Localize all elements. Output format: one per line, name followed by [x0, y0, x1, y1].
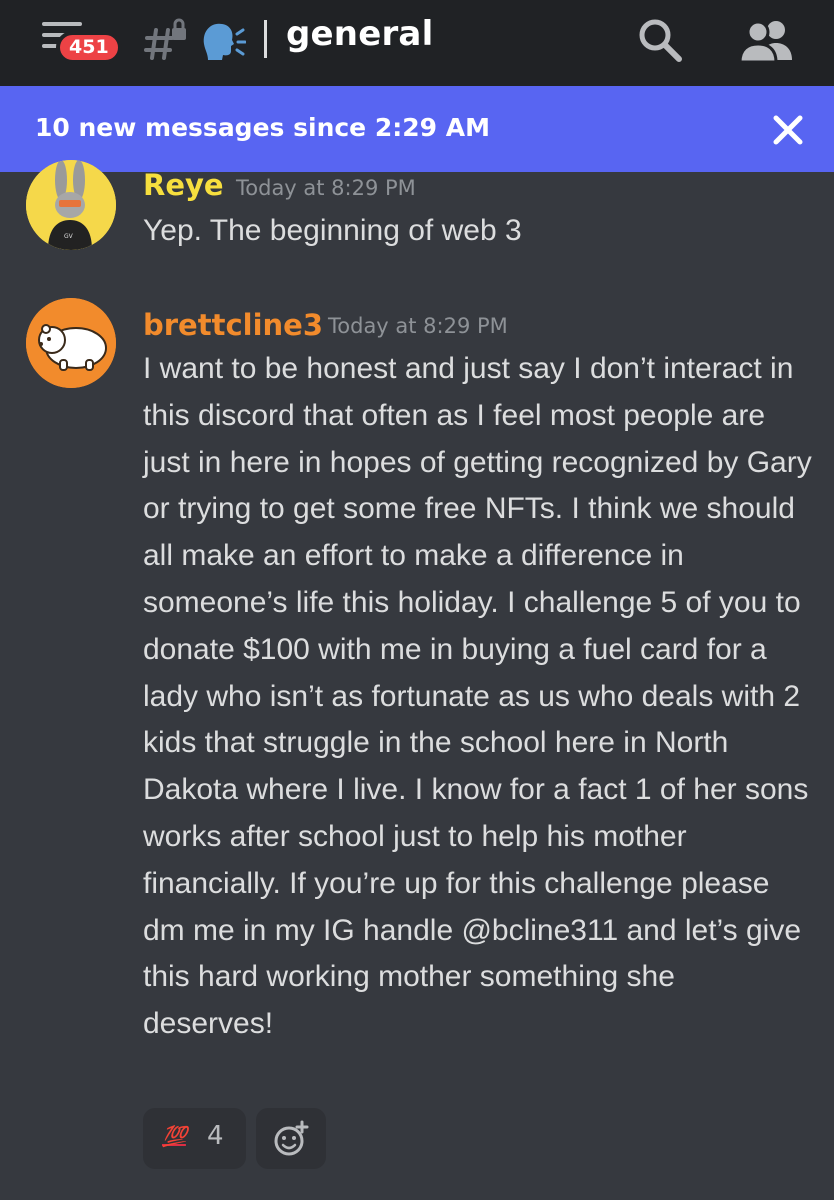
search-icon[interactable] — [636, 16, 684, 64]
speaking-head-emoji-icon — [203, 23, 246, 60]
new-messages-banner[interactable]: 10 new messages since 2:29 AM — [0, 86, 834, 172]
reaction-count: 4 — [207, 1121, 224, 1151]
message-text: Yep. The beginning of web 3 — [143, 214, 522, 247]
message-text: I want to be honest and just say I don’t… — [143, 352, 812, 1041]
reaction-hundred-points[interactable]: 💯 4 — [143, 1108, 246, 1169]
new-messages-text: 10 new messages since 2:29 AM — [35, 113, 490, 142]
members-icon[interactable] — [738, 18, 796, 62]
message-timestamp: Today at 8:29 PM — [328, 314, 508, 338]
svg-text:GV: GV — [64, 233, 74, 240]
add-reaction-button[interactable] — [256, 1108, 326, 1169]
title-separator — [264, 20, 267, 58]
channel-title: general — [286, 14, 434, 54]
close-icon[interactable] — [770, 112, 806, 148]
avatar[interactable]: GV — [26, 160, 116, 250]
message-username[interactable]: brettcline3 — [143, 308, 323, 342]
rabbit-avatar-icon: GV — [26, 160, 116, 250]
polar-bear-avatar-icon — [26, 298, 116, 388]
message-username[interactable]: Reye — [143, 168, 224, 202]
add-reaction-icon — [274, 1120, 309, 1156]
hundred-points-emoji: 💯 — [162, 1124, 187, 1148]
message-timestamp: Today at 8:29 PM — [236, 176, 416, 200]
avatar[interactable] — [26, 298, 116, 388]
locked-hash-icon — [144, 18, 186, 60]
top-app-bar: 451 general — [0, 0, 834, 86]
unread-badge: 451 — [56, 31, 122, 64]
